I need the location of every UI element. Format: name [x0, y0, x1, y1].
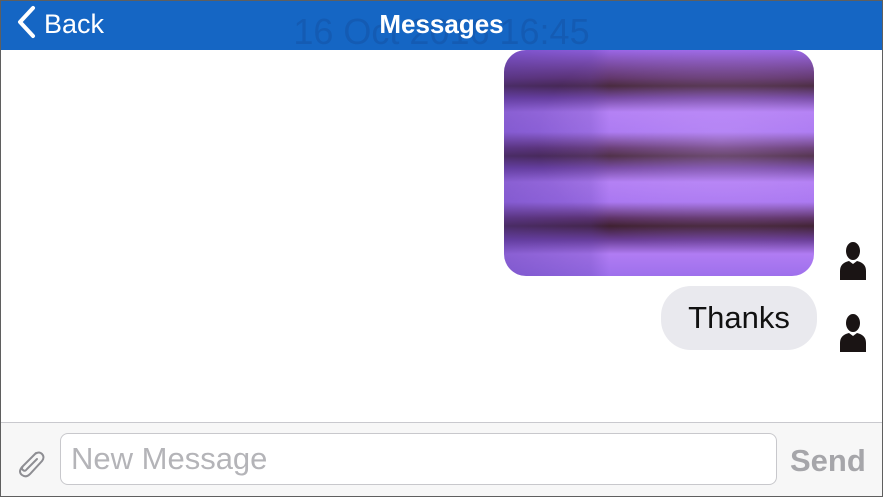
user-silhouette-icon: [837, 240, 869, 280]
send-button[interactable]: Send: [790, 439, 866, 483]
navigation-bar: 16 Oct 2016 16:45 Back Messages: [0, 0, 883, 52]
message-input[interactable]: [60, 433, 777, 485]
text-message-bubble[interactable]: Thanks: [661, 286, 817, 350]
thread-timestamp: 16 Oct 2016 16:45: [293, 11, 590, 52]
image-content: [504, 50, 814, 276]
back-button[interactable]: Back: [16, 0, 104, 48]
back-label: Back: [44, 8, 105, 39]
paperclip-icon[interactable]: [12, 445, 48, 481]
page-title: Messages: [379, 8, 504, 39]
message-thread[interactable]: Thanks: [1, 50, 882, 422]
image-message-bubble[interactable]: [504, 50, 814, 276]
user-silhouette-icon: [837, 312, 869, 352]
chevron-left-icon: [16, 5, 36, 44]
message-composer: Send: [0, 423, 883, 497]
